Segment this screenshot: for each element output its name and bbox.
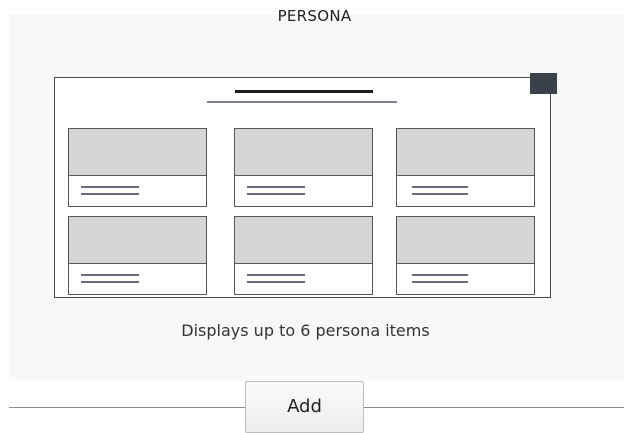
add-persona-button[interactable]: Add [245, 381, 364, 433]
persona-card-placeholder [396, 128, 535, 207]
persona-card-placeholder [68, 128, 207, 207]
preview-heading-placeholder [235, 90, 373, 93]
persona-card-image-placeholder [397, 129, 534, 176]
persona-card-text-line [412, 186, 468, 188]
persona-card-image-placeholder [69, 217, 206, 264]
persona-card-text-line [247, 193, 305, 195]
persona-card-text-line [81, 193, 139, 195]
persona-card-placeholder [234, 216, 373, 295]
persona-card-image-placeholder [235, 129, 372, 176]
persona-card-image-placeholder [397, 217, 534, 264]
preview-corner-marker [530, 73, 557, 94]
section-title: PERSONA [277, 7, 352, 25]
persona-card-text-line [81, 281, 139, 283]
persona-card-placeholder [396, 216, 535, 295]
persona-card-text-line [412, 274, 468, 276]
persona-card-text-line [247, 186, 305, 188]
persona-card-image-placeholder [69, 129, 206, 176]
persona-card-text-line [412, 281, 468, 283]
persona-card-text-line [412, 193, 468, 195]
preview-subheading-placeholder [207, 101, 397, 103]
persona-card-text-line [247, 274, 305, 276]
persona-card-placeholder [68, 216, 207, 295]
persona-card-text-line [81, 274, 139, 276]
persona-card-placeholder [234, 128, 373, 207]
persona-card-text-line [81, 186, 139, 188]
persona-card-image-placeholder [235, 217, 372, 264]
persona-card-text-line [247, 281, 305, 283]
persona-description: Displays up to 6 persona items [181, 321, 430, 340]
persona-widget: PERSONA Displays up to 6 persona items A… [0, 0, 629, 433]
